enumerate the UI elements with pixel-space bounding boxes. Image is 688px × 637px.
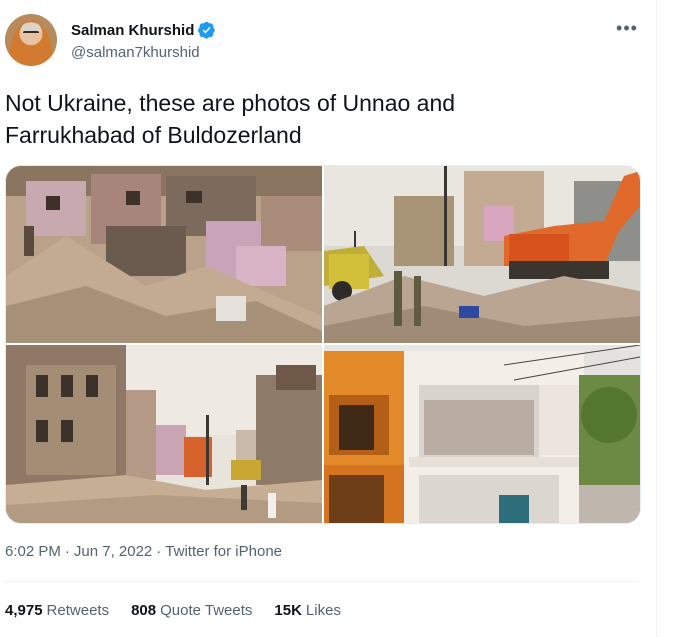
- retweets-label: Retweets: [46, 602, 110, 619]
- media-photo-2[interactable]: [324, 166, 640, 343]
- tweet-source[interactable]: Twitter for iPhone: [165, 543, 282, 560]
- tweet-date[interactable]: Jun 7, 2022: [74, 543, 152, 560]
- meta-separator: ·: [156, 543, 162, 560]
- media-photo-1[interactable]: [6, 166, 322, 343]
- quote-tweets-label: Quote Tweets: [160, 602, 253, 619]
- column-border: [656, 0, 657, 637]
- handle[interactable]: @salman7khurshid: [71, 44, 200, 61]
- street-demolished-houses-photo: [6, 345, 322, 523]
- verified-badge-icon: [198, 21, 216, 39]
- quote-tweets-count: 808: [131, 602, 157, 619]
- partially-demolished-building-photo: [324, 345, 640, 523]
- tweet-detail: Salman Khurshid @salman7khurshid ••• Not…: [0, 0, 656, 637]
- likes-label: Likes: [305, 602, 341, 619]
- tweet-meta: 6:02 PM · Jun 7, 2022 · Twitter for iPho…: [5, 543, 282, 560]
- tweet-text: Not Ukraine, these are photos of Unnao a…: [5, 90, 456, 148]
- avatar-hair: [21, 23, 41, 31]
- engagement-stats: 4,975 Retweets 808 Quote Tweets 15K Like…: [5, 602, 341, 619]
- likes-count: 15K: [274, 602, 302, 619]
- media-grid: [5, 165, 641, 524]
- retweets-stat[interactable]: 4,975 Retweets: [5, 602, 109, 619]
- likes-stat[interactable]: 15K Likes: [274, 602, 341, 619]
- avatar-glasses: [23, 31, 39, 37]
- display-name[interactable]: Salman Khurshid: [71, 22, 194, 39]
- more-options-icon[interactable]: •••: [615, 16, 639, 40]
- avatar[interactable]: [5, 14, 57, 66]
- meta-separator: ·: [64, 543, 70, 560]
- media-photo-4[interactable]: [324, 345, 640, 523]
- tweet-header: Salman Khurshid @salman7khurshid •••: [5, 14, 645, 70]
- bulldozer-demolition-site-photo: [324, 166, 640, 343]
- name-row: Salman Khurshid: [71, 21, 216, 39]
- divider: [5, 581, 639, 582]
- quote-tweets-stat[interactable]: 808 Quote Tweets: [131, 602, 252, 619]
- demolished-building-rubble-photo: [6, 166, 322, 343]
- retweets-count: 4,975: [5, 602, 43, 619]
- media-photo-3[interactable]: [6, 345, 322, 523]
- tweet-time[interactable]: 6:02 PM: [5, 543, 61, 560]
